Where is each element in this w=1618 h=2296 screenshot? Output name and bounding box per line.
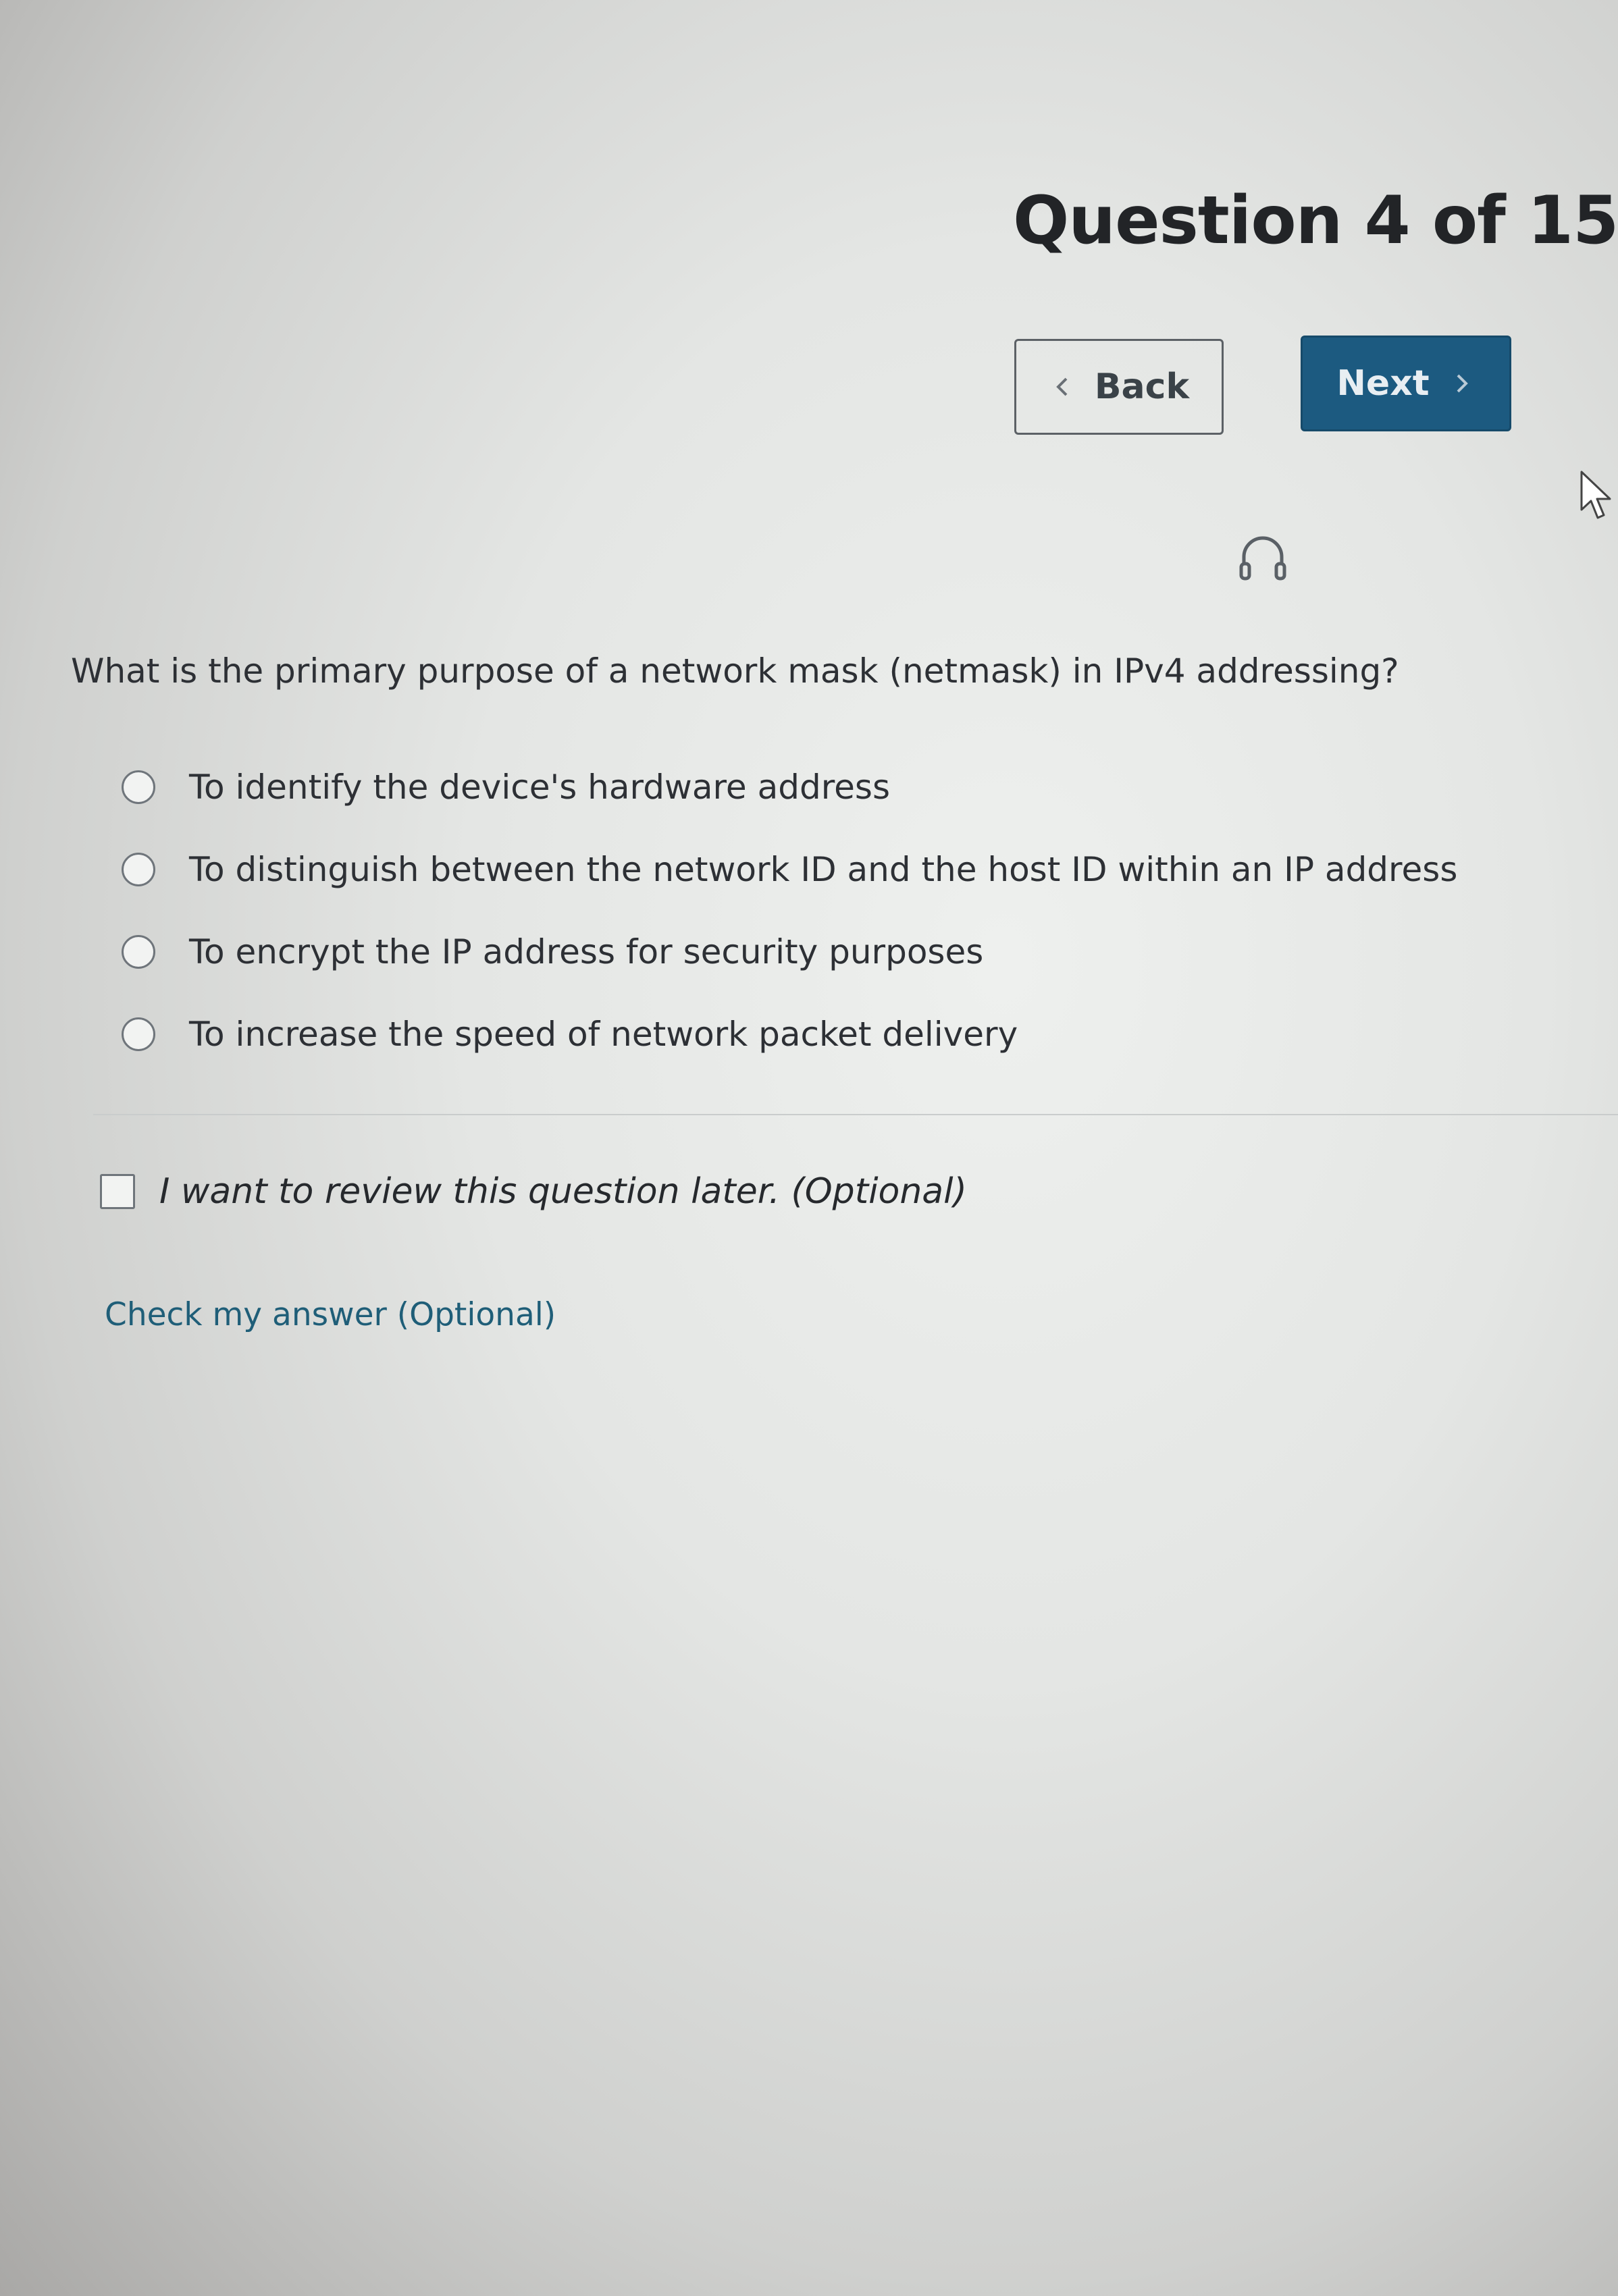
quiz-page: Question 4 of 15 Back Next What is the p… (0, 0, 1618, 2296)
chevron-left-icon (1056, 377, 1068, 396)
review-later-checkbox[interactable] (100, 1174, 135, 1209)
check-answer-link[interactable]: Check my answer (Optional) (105, 1296, 556, 1333)
answer-option-label: To increase the speed of network packet … (189, 1015, 1018, 1054)
answer-option-label: To identify the device's hardware addres… (189, 768, 891, 807)
radio-button[interactable] (122, 1017, 155, 1051)
question-text: What is the primary purpose of a network… (71, 651, 1399, 691)
headphones-icon[interactable] (1236, 530, 1290, 584)
radio-button[interactable] (122, 853, 155, 886)
answer-option[interactable]: To increase the speed of network packet … (122, 993, 1457, 1075)
answer-option[interactable]: To distinguish between the network ID an… (122, 828, 1457, 911)
back-button[interactable]: Back (1014, 339, 1224, 435)
next-button-label: Next (1336, 363, 1430, 404)
answer-option[interactable]: To encrypt the IP address for security p… (122, 911, 1457, 993)
next-button[interactable]: Next (1301, 336, 1511, 431)
answer-option[interactable]: To identify the device's hardware addres… (122, 746, 1457, 828)
review-later-row[interactable]: I want to review this question later. (O… (100, 1171, 967, 1212)
radio-button[interactable] (122, 770, 155, 804)
chevron-right-icon (1457, 374, 1468, 393)
radio-button[interactable] (122, 935, 155, 969)
answer-option-label: To encrypt the IP address for security p… (189, 932, 984, 971)
mouse-cursor-icon (1580, 471, 1611, 519)
answer-option-label: To distinguish between the network ID an… (189, 850, 1458, 889)
back-button-label: Back (1094, 367, 1190, 407)
answer-options: To identify the device's hardware addres… (122, 746, 1457, 1075)
question-counter-title: Question 4 of 15 (1013, 182, 1618, 259)
review-later-label: I want to review this question later. (O… (159, 1171, 967, 1212)
section-divider (93, 1114, 1618, 1115)
